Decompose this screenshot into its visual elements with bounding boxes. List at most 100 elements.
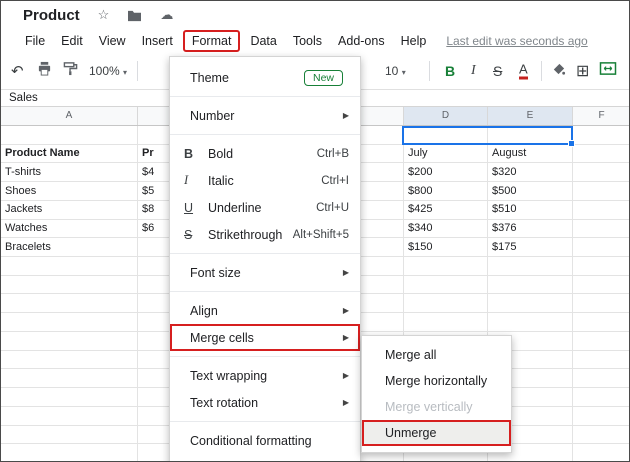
format-menu-item-font-size[interactable]: Font size ▶ xyxy=(170,259,360,286)
sheet-cell[interactable]: T-shirts xyxy=(1,163,138,181)
menu-addons[interactable]: Add-ons xyxy=(330,31,393,51)
submenu-item-merge-horizontally[interactable]: Merge horizontally xyxy=(362,368,511,394)
last-edit-link[interactable]: Last edit was seconds ago xyxy=(446,34,587,48)
sheet-cell[interactable]: July xyxy=(404,145,488,163)
submenu-arrow-icon: ▶ xyxy=(342,306,349,315)
column-header-e[interactable]: E xyxy=(488,107,573,125)
format-menu-item-text-wrapping[interactable]: Text wrapping ▶ xyxy=(170,362,360,389)
borders-icon[interactable]: ⊞ xyxy=(576,61,589,81)
text-color-button[interactable]: A xyxy=(519,62,528,80)
menu-file[interactable]: File xyxy=(17,31,53,51)
strikethrough-icon: S xyxy=(184,227,193,242)
fill-color-icon[interactable] xyxy=(551,61,566,81)
submenu-item-merge-all[interactable]: Merge all xyxy=(362,342,511,368)
submenu-item-unmerge[interactable]: Unmerge xyxy=(362,420,511,446)
menu-shortcut: Alt+Shift+5 xyxy=(292,228,349,241)
menu-label: Theme xyxy=(190,70,229,85)
menu-label: Bold xyxy=(208,146,234,161)
fill-handle[interactable] xyxy=(568,140,575,147)
name-box[interactable]: Sales xyxy=(1,92,38,104)
format-menu-item-merge-cells[interactable]: Merge cells ▶ xyxy=(170,324,360,351)
sheet-cell[interactable]: $800 xyxy=(404,182,488,200)
sheet-cell[interactable]: Shoes xyxy=(1,182,138,200)
sheet-cell[interactable] xyxy=(573,238,629,256)
submenu-arrow-icon: ▶ xyxy=(342,111,349,120)
submenu-arrow-icon: ▶ xyxy=(342,268,349,277)
menu-tools[interactable]: Tools xyxy=(285,31,330,51)
format-menu-item-alternating-colors[interactable]: Alternating colors xyxy=(170,454,360,462)
format-menu-item-theme[interactable]: Theme New xyxy=(170,64,360,91)
strikethrough-button[interactable]: S xyxy=(493,63,502,79)
menu-label: Text rotation xyxy=(190,395,259,410)
menu-label: Text wrapping xyxy=(190,368,268,383)
menu-divider xyxy=(170,96,360,97)
format-menu-item-align[interactable]: Align ▶ xyxy=(170,297,360,324)
sheet-cell[interactable]: $200 xyxy=(404,163,488,181)
format-menu: Theme New Number ▶ B Bold Ctrl+B I Itali… xyxy=(169,56,361,462)
document-title[interactable]: Product xyxy=(23,7,80,24)
format-menu-item-strikethrough[interactable]: S Strikethrough Alt+Shift+5 xyxy=(170,221,360,248)
sheet-cell[interactable]: Product Name xyxy=(1,145,138,163)
format-menu-item-text-rotation[interactable]: Text rotation ▶ xyxy=(170,389,360,416)
menu-label: Align xyxy=(190,303,218,318)
menu-label: Merge all xyxy=(385,348,437,362)
menu-label: Strikethrough xyxy=(208,227,283,242)
format-menu-item-underline[interactable]: U Underline Ctrl+U xyxy=(170,194,360,221)
toolbar-separator xyxy=(541,61,542,81)
menu-divider xyxy=(170,134,360,135)
sheet-cell[interactable]: August xyxy=(488,145,573,163)
sheet-cell[interactable]: $150 xyxy=(404,238,488,256)
sheet-cell[interactable] xyxy=(573,145,629,163)
format-menu-item-number[interactable]: Number ▶ xyxy=(170,102,360,129)
merge-cells-submenu: Merge all Merge horizontally Merge verti… xyxy=(361,335,512,453)
format-menu-item-bold[interactable]: B Bold Ctrl+B xyxy=(170,140,360,167)
sheet-cell[interactable] xyxy=(573,220,629,238)
print-icon[interactable] xyxy=(37,61,52,81)
sheet-cell[interactable]: $500 xyxy=(488,182,573,200)
menu-insert[interactable]: Insert xyxy=(134,31,181,51)
zoom-select[interactable]: 100% ▾ xyxy=(89,64,127,78)
sheet-cell[interactable] xyxy=(573,201,629,219)
sheet-cell[interactable]: $320 xyxy=(488,163,573,181)
sheet-cell[interactable]: $376 xyxy=(488,220,573,238)
sheet-cell[interactable] xyxy=(573,182,629,200)
undo-icon[interactable]: ↶ xyxy=(11,62,24,80)
menu-divider xyxy=(170,253,360,254)
menu-help[interactable]: Help xyxy=(393,31,435,51)
move-folder-icon[interactable] xyxy=(127,9,142,22)
sheet-cell[interactable] xyxy=(573,163,629,181)
chevron-down-icon: ▾ xyxy=(401,68,406,77)
font-size-value: 10 xyxy=(385,64,399,78)
format-menu-item-conditional-formatting[interactable]: Conditional formatting xyxy=(170,427,360,454)
saved-cloud-icon[interactable]: ☁ xyxy=(160,7,173,23)
menu-data[interactable]: Data xyxy=(242,31,284,51)
sheet-cell[interactable]: $425 xyxy=(404,201,488,219)
sheet-cell[interactable]: $340 xyxy=(404,220,488,238)
sheet-cell[interactable]: Bracelets xyxy=(1,238,138,256)
menu-format[interactable]: Format xyxy=(182,30,241,52)
column-header-a[interactable]: A xyxy=(1,107,138,125)
menu-edit[interactable]: Edit xyxy=(53,31,91,51)
italic-button[interactable]: I xyxy=(471,63,476,79)
menu-label: Merge horizontally xyxy=(385,374,488,388)
sheet-cell[interactable]: $510 xyxy=(488,201,573,219)
merge-cells-icon[interactable] xyxy=(599,61,617,81)
menu-label: Number xyxy=(190,108,235,123)
sheet-cell[interactable]: Watches xyxy=(1,220,138,238)
sheet-cell[interactable]: $175 xyxy=(488,238,573,256)
gridline xyxy=(572,126,573,461)
underline-icon: U xyxy=(184,200,194,215)
menu-view[interactable]: View xyxy=(91,31,134,51)
column-header-d[interactable]: D xyxy=(404,107,488,125)
italic-icon: I xyxy=(184,173,189,187)
font-size-select[interactable]: 10 ▾ xyxy=(385,64,406,78)
toolbar-separator xyxy=(429,61,430,81)
paint-format-icon[interactable] xyxy=(63,61,78,81)
column-header-f[interactable]: F xyxy=(573,107,629,125)
star-icon[interactable]: ☆ xyxy=(98,7,110,23)
format-menu-item-italic[interactable]: I Italic Ctrl+I xyxy=(170,167,360,194)
menu-label: Conditional formatting xyxy=(190,433,312,448)
sheet-cell[interactable]: Jackets xyxy=(1,201,138,219)
bold-button[interactable]: B xyxy=(445,63,455,79)
selection-box[interactable] xyxy=(402,126,575,147)
